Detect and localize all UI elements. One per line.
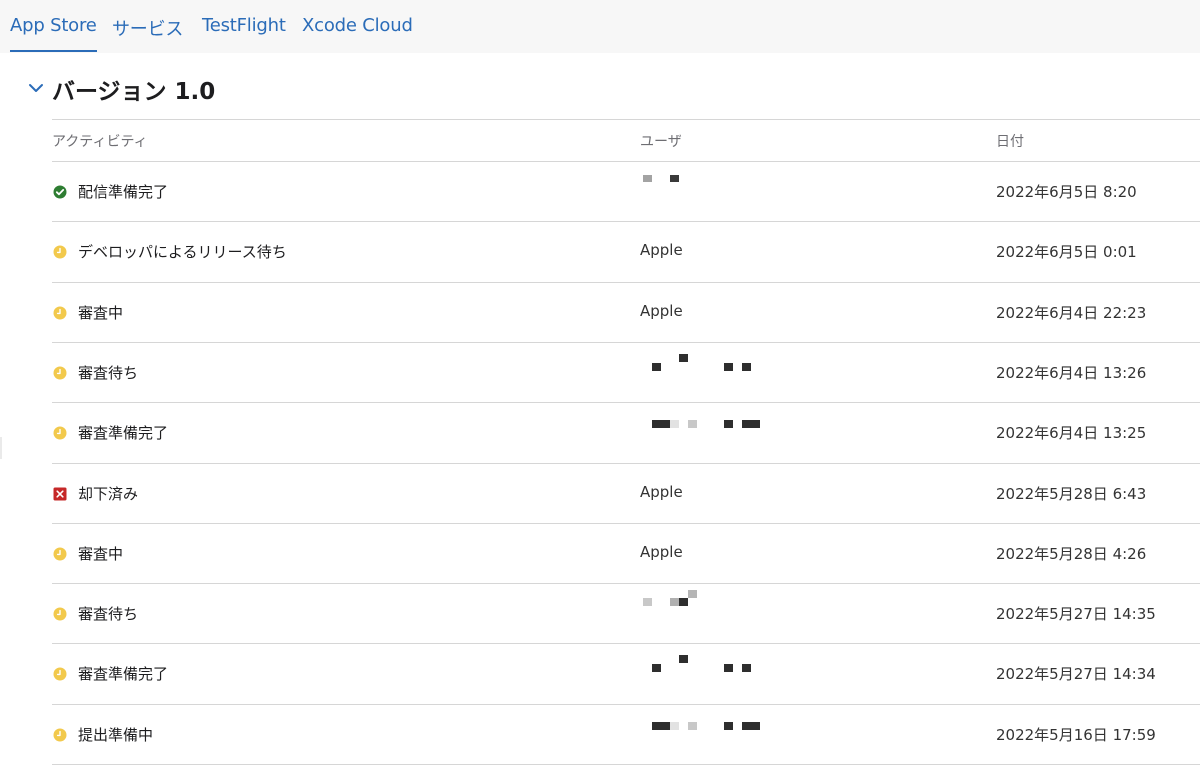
column-header-date: 日付 xyxy=(996,134,1024,150)
column-header-user: ユーザ xyxy=(640,134,682,150)
redacted-user xyxy=(640,343,780,403)
table-row: 審査中 Apple 2022年6月4日 22:23 xyxy=(52,283,1200,343)
redacted-user xyxy=(640,644,780,704)
table-row: 配信準備完了 2022年6月5日 8:20 xyxy=(52,162,1200,222)
activity-label: 提出準備中 xyxy=(78,725,154,744)
redacted-user xyxy=(640,584,780,644)
top-navigation: App Store サービス TestFlight Xcode Cloud xyxy=(0,0,1200,53)
user-name: Apple xyxy=(640,241,683,260)
activity-date: 2022年5月28日 4:26 xyxy=(996,544,1147,563)
activity-label: 審査待ち xyxy=(78,605,139,624)
table-row: 審査待ち 2022年6月4日 13:26 xyxy=(52,343,1200,403)
scroll-edge xyxy=(0,437,2,459)
version-title: バージョン 1.0 xyxy=(52,79,216,105)
activity-date: 2022年5月16日 17:59 xyxy=(996,725,1156,744)
tab-testflight[interactable]: TestFlight xyxy=(202,15,286,41)
user-name: Apple xyxy=(640,482,683,501)
column-header-activity: アクティビティ xyxy=(52,134,148,150)
checkmark-circle-icon xyxy=(53,185,67,199)
row-divider xyxy=(52,764,1200,765)
user-name: Apple xyxy=(640,301,683,320)
activity-label: 配信準備完了 xyxy=(78,183,169,201)
activity-label: 却下済み xyxy=(78,484,139,503)
activity-label: 審査準備完了 xyxy=(78,665,169,684)
activity-date: 2022年6月4日 13:25 xyxy=(996,424,1147,443)
tab-xcode-cloud[interactable]: Xcode Cloud xyxy=(302,15,413,41)
redacted-user xyxy=(640,705,780,765)
clock-icon xyxy=(53,245,67,259)
table-top-divider xyxy=(52,119,1200,120)
clock-icon xyxy=(53,607,67,621)
activity-label: 審査中 xyxy=(78,303,124,322)
activity-date: 2022年6月4日 13:26 xyxy=(996,363,1147,382)
tab-services[interactable]: サービス xyxy=(112,15,183,41)
table-row: 審査準備完了 2022年6月4日 13:25 xyxy=(52,403,1200,463)
activity-label: デベロッパによるリリース待ち xyxy=(78,243,287,262)
activity-date: 2022年6月5日 8:20 xyxy=(996,183,1137,201)
close-square-icon xyxy=(53,487,67,500)
redacted-user xyxy=(640,403,780,463)
table-row: 審査中 Apple 2022年5月28日 4:26 xyxy=(52,524,1200,584)
clock-icon xyxy=(53,728,67,742)
activity-label: 審査中 xyxy=(78,544,124,563)
clock-icon xyxy=(53,306,67,320)
activity-date: 2022年5月27日 14:35 xyxy=(996,605,1156,624)
user-name: Apple xyxy=(640,542,683,561)
table-row: 審査準備完了 2022年5月27日 14:34 xyxy=(52,644,1200,704)
activity-date: 2022年6月4日 22:23 xyxy=(996,303,1147,322)
tab-app-store[interactable]: App Store xyxy=(10,15,97,52)
activity-date: 2022年5月28日 6:43 xyxy=(996,484,1147,503)
activity-label: 審査準備完了 xyxy=(78,424,169,443)
clock-icon xyxy=(53,667,67,681)
activity-date: 2022年6月5日 0:01 xyxy=(996,243,1137,262)
table-row: 却下済み Apple 2022年5月28日 6:43 xyxy=(52,464,1200,524)
activity-label: 審査待ち xyxy=(78,363,139,382)
table-row: 提出準備中 2022年5月16日 17:59 xyxy=(52,705,1200,765)
redacted-user xyxy=(640,162,780,222)
activity-date: 2022年5月27日 14:34 xyxy=(996,665,1156,684)
table-row: 審査待ち 2022年5月27日 14:35 xyxy=(52,584,1200,644)
clock-icon xyxy=(53,547,67,561)
table-row: デベロッパによるリリース待ち Apple 2022年6月5日 0:01 xyxy=(52,222,1200,282)
clock-icon xyxy=(53,366,67,380)
chevron-down-icon[interactable] xyxy=(27,79,45,97)
clock-icon xyxy=(53,426,67,440)
